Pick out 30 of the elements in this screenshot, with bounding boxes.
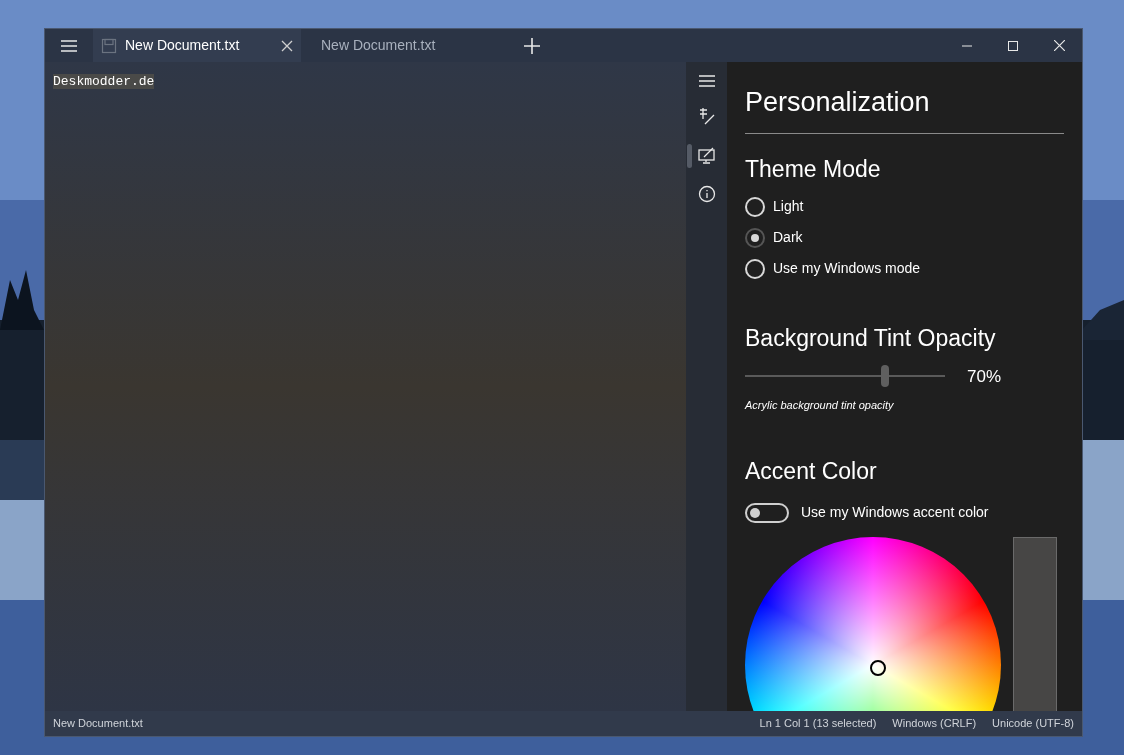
minimize-icon: [962, 44, 972, 47]
opacity-slider[interactable]: [745, 364, 945, 389]
section-heading: Accent Color: [745, 456, 878, 486]
plus-icon: [524, 37, 540, 54]
document-tab[interactable]: New Document.txt: [301, 29, 509, 62]
line-ending[interactable]: Windows (CRLF): [892, 715, 977, 732]
menu-icon[interactable]: [60, 38, 78, 53]
color-picker-handle[interactable]: [870, 660, 886, 676]
section-heading: Background Tint Opacity: [745, 324, 997, 353]
slider-caption: Acrylic background tint opacity: [745, 398, 895, 413]
theme-radio[interactable]: Light: [745, 196, 804, 217]
accent-toggle[interactable]: Use my Windows accent color: [745, 502, 989, 523]
settings-menu-icon[interactable]: [697, 74, 716, 88]
cursor-position[interactable]: Ln 1 Col 1 (13 selected): [759, 715, 877, 732]
maximize-icon: [1008, 40, 1018, 51]
section-heading: Theme Mode: [745, 154, 882, 184]
theme-radio[interactable]: Dark: [745, 227, 803, 248]
editor-text: Deskmodder.de: [53, 74, 155, 89]
status-file-name: New Document.txt: [53, 716, 144, 732]
document-tab[interactable]: New Document.txt: [93, 29, 301, 62]
encoding[interactable]: Unicode (UTF-8): [992, 715, 1074, 732]
font-pen-icon: [697, 107, 716, 125]
close-tab-icon[interactable]: [281, 39, 293, 52]
close-icon: [1053, 40, 1065, 51]
info-icon: [697, 185, 716, 203]
save-icon: [101, 37, 117, 54]
panel-title: Personalization: [745, 82, 1064, 134]
monitor-brush-icon: [697, 146, 716, 164]
theme-radio[interactable]: Use my Windows mode: [745, 258, 921, 279]
opacity-value: 70%: [967, 365, 1002, 388]
